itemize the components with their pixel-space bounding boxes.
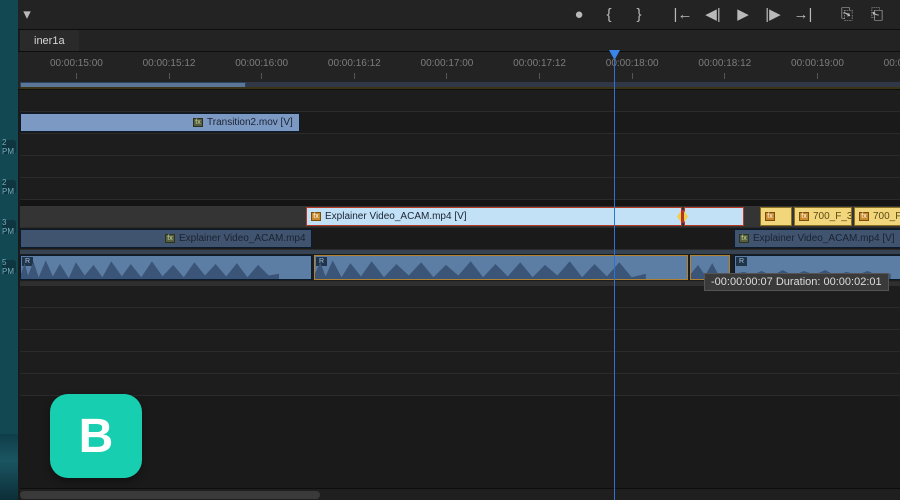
time-ruler[interactable]: 00:00:15:00 00:00:15:12 00:00:16:00 00:00:1… xyxy=(0,52,900,90)
playhead-ruler[interactable] xyxy=(614,60,615,500)
fx-badge-icon: fx xyxy=(739,234,749,243)
add-marker-button[interactable]: ● xyxy=(564,0,594,30)
clip-explainer-selected[interactable]: fx Explainer Video_ACAM.mp4 [V] xyxy=(306,207,682,226)
mark-in-button[interactable]: { xyxy=(594,0,624,30)
clip-transition[interactable]: fx Transition2.mov [V] xyxy=(20,113,300,132)
clip-stock-2[interactable]: fx 700_F_35 xyxy=(794,207,852,226)
os-dock-item: 3 PM xyxy=(2,220,16,234)
waveform-icon xyxy=(315,256,646,279)
audio-clip-left[interactable]: R xyxy=(20,255,312,280)
video-track-spacer[interactable] xyxy=(20,156,900,178)
video-track-spacer[interactable] xyxy=(20,178,900,200)
timeline-h-scrollbar[interactable] xyxy=(20,488,900,500)
go-to-in-button[interactable]: |← xyxy=(668,0,698,30)
clip-stock-3[interactable]: fx 700_F_35 xyxy=(854,207,900,226)
watermark-badge: B xyxy=(50,394,142,478)
clip-label: Transition2.mov [V] xyxy=(207,117,293,128)
os-dock-photo xyxy=(0,434,18,500)
fx-badge-icon: fx xyxy=(311,212,321,221)
mark-out-button[interactable]: } xyxy=(624,0,654,30)
waveform-icon xyxy=(21,256,279,279)
clip-explainer-v1[interactable]: fx Explainer Video_ACAM.mp4 xyxy=(20,229,312,248)
video-track-spacer[interactable] xyxy=(20,134,900,156)
video-track-v4[interactable] xyxy=(20,90,900,112)
clip-label: Explainer Video_ACAM.mp4 xyxy=(179,233,306,244)
clip-label: 700_F_35 xyxy=(873,211,900,222)
ruler-tick-label: 00:00:15:12 xyxy=(143,58,196,69)
scrollbar-thumb[interactable] xyxy=(20,491,320,499)
ruler-tick-label: 00:00:19:1 xyxy=(884,58,900,69)
fx-badge-icon: fx xyxy=(193,118,203,127)
clip-label: Explainer Video_ACAM.mp4 [V] xyxy=(325,211,467,222)
step-back-button[interactable]: ◀| xyxy=(698,0,728,30)
ruler-tick-label: 00:00:18:12 xyxy=(698,58,751,69)
lift-button[interactable]: ⎘ xyxy=(832,0,862,30)
fx-badge-icon: fx xyxy=(765,212,775,221)
clip-label: 700_F_35 xyxy=(813,211,852,222)
trim-tooltip: -00:00:00:07 Duration: 00:00:02:01 xyxy=(704,273,889,291)
go-to-out-button[interactable]: →| xyxy=(788,0,818,30)
ruler-tick-label: 00:00:17:00 xyxy=(421,58,474,69)
os-dock-item: 5 PM xyxy=(2,260,16,274)
audio-track-a4[interactable] xyxy=(20,330,900,352)
clip-fragment[interactable] xyxy=(684,207,744,226)
clip-explainer-v1-right[interactable]: fx Explainer Video_ACAM.mp4 [V] xyxy=(734,229,900,248)
clip-stock-1[interactable]: fx xyxy=(760,207,792,226)
video-track-v3[interactable]: fx Transition2.mov [V] xyxy=(20,112,900,134)
os-dock-item: 2 PM xyxy=(2,180,16,194)
ruler-tick-label: 00:00:16:12 xyxy=(328,58,381,69)
fx-badge-icon: fx xyxy=(859,212,869,221)
ripple-trim-cursor-icon xyxy=(675,209,690,224)
playback-toolbar: ▾ ● { } |← ◀| ▶ |▶ →| ⎘ ⎗ xyxy=(0,0,900,30)
extract-button[interactable]: ⎗ xyxy=(862,0,892,30)
audio-clip-mid[interactable]: R xyxy=(314,255,688,280)
fx-badge-icon: fx xyxy=(165,234,175,243)
render-bar xyxy=(20,87,900,89)
ruler-tick-label: 00:00:17:12 xyxy=(513,58,566,69)
audio-track-a3[interactable] xyxy=(20,308,900,330)
fx-badge-icon: fx xyxy=(799,212,809,221)
step-forward-button[interactable]: |▶ xyxy=(758,0,788,30)
os-dock-sliver: 2 PM 2 PM 3 PM 5 PM xyxy=(0,0,18,500)
clip-label: Explainer Video_ACAM.mp4 [V] xyxy=(753,233,895,244)
ruler-tick-label: 00:00:16:00 xyxy=(235,58,288,69)
sequence-tabstrip: iner1a xyxy=(0,30,900,52)
sequence-tab[interactable]: iner1a xyxy=(20,30,79,51)
ruler-tick-label: 00:00:19:00 xyxy=(791,58,844,69)
video-track-v1[interactable]: fx Explainer Video_ACAM.mp4 fx Explainer… xyxy=(20,228,900,250)
audio-track-a5[interactable] xyxy=(20,352,900,374)
video-track-v2[interactable]: fx Explainer Video_ACAM.mp4 [V] fx fx 70… xyxy=(20,206,900,228)
os-dock-item: 2 PM xyxy=(2,140,16,154)
ruler-tick-label: 00:00:15:00 xyxy=(50,58,103,69)
audio-track-a6[interactable] xyxy=(20,374,900,396)
play-button[interactable]: ▶ xyxy=(728,0,758,30)
